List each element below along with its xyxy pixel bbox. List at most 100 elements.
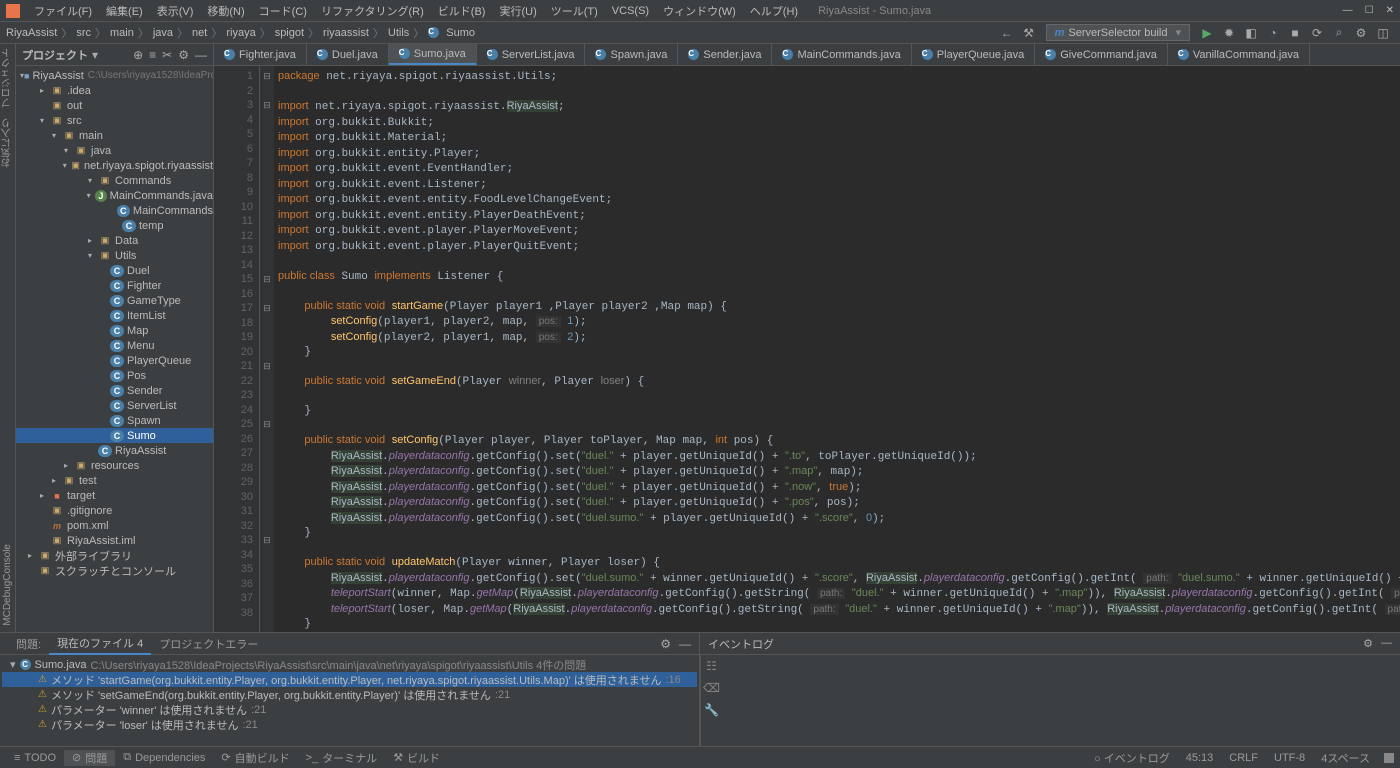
tree-外部ライブラリ[interactable]: ▸▣外部ライブラリ xyxy=(16,548,213,563)
tree-GameType[interactable]: CGameType xyxy=(16,293,213,308)
tree-RiyaAssist[interactable]: CRiyaAssist xyxy=(16,443,213,458)
tree-main[interactable]: ▾▣main xyxy=(16,128,213,143)
tab-GiveCommand.java[interactable]: CGiveCommand.java xyxy=(1035,44,1168,65)
sync-icon[interactable]: ⟳ xyxy=(1308,24,1326,42)
current-file-tab[interactable]: 現在のファイル 4 xyxy=(49,633,151,655)
sb-right-item[interactable]: UTF-8 xyxy=(1266,752,1313,764)
tree-net.riyaya.spigot.riyaassist[interactable]: ▾▣net.riyaya.spigot.riyaassist xyxy=(16,158,213,173)
fold-gutter[interactable]: ⊟⊟⊟⊟⊟⊟⊟ xyxy=(260,66,274,632)
sb-TODO[interactable]: ≡TODO xyxy=(6,750,64,766)
tab-Duel.java[interactable]: CDuel.java xyxy=(307,44,389,65)
close-button[interactable]: ✕ xyxy=(1386,5,1394,16)
menu-ウィンドウ(W)[interactable]: ウィンドウ(W) xyxy=(657,1,742,21)
menu-VCS(S)[interactable]: VCS(S) xyxy=(606,3,655,19)
menu-ツール(T)[interactable]: ツール(T) xyxy=(545,1,604,21)
debug-icon[interactable]: ✹ xyxy=(1220,24,1238,42)
line-gutter[interactable]: 1234567891011121314151617181920212223242… xyxy=(214,66,260,632)
tree-Pos[interactable]: CPos xyxy=(16,368,213,383)
tab-PlayerQueue.java[interactable]: CPlayerQueue.java xyxy=(912,44,1035,65)
problem-item[interactable]: ⚠ パラメーター 'loser' は使用されません :21 xyxy=(2,717,697,732)
tree-.gitignore[interactable]: ▣.gitignore xyxy=(16,503,213,518)
run-config-selector[interactable]: mServerSelector build▾ xyxy=(1046,24,1190,41)
structure-icon[interactable]: ◫ xyxy=(1374,24,1392,42)
settings-icon[interactable]: ⚙ xyxy=(1352,24,1370,42)
tree-Commands[interactable]: ▾▣Commands xyxy=(16,173,213,188)
structure-tool-button[interactable]: MCDebugConsole xyxy=(2,544,13,626)
sb-right-item[interactable]: ○ イベントログ xyxy=(1086,750,1178,766)
tree-Utils[interactable]: ▾▣Utils xyxy=(16,248,213,263)
filter-icon[interactable]: ☷ xyxy=(706,659,717,673)
wrench-icon[interactable]: 🔧 xyxy=(704,703,719,717)
hide-icon[interactable]: — xyxy=(195,48,207,62)
menu-表示(V)[interactable]: 表示(V) xyxy=(151,1,200,21)
menu-移動(N)[interactable]: 移動(N) xyxy=(201,1,250,21)
tree-RiyaAssist[interactable]: ▾■RiyaAssistC:\Users\riyaya1528\IdeaProj… xyxy=(16,68,213,83)
menu-ファイル(F)[interactable]: ファイル(F) xyxy=(28,1,98,21)
editor-tabs[interactable]: CFighter.javaCDuel.javaCSumo.javaCServer… xyxy=(214,44,1400,66)
expand-icon[interactable]: ≡ xyxy=(149,48,156,62)
clear-icon[interactable]: ⌫ xyxy=(703,681,720,695)
tree-Fighter[interactable]: CFighter xyxy=(16,278,213,293)
tab-VanillaCommand.java[interactable]: CVanillaCommand.java xyxy=(1168,44,1310,65)
sb-right-item[interactable]: CRLF xyxy=(1221,752,1266,764)
project-tool-button[interactable]: プロジェクト xyxy=(0,48,15,108)
hammer-icon[interactable]: ⚒ xyxy=(1020,24,1038,42)
maximize-button[interactable]: ☐ xyxy=(1365,5,1374,16)
back-icon[interactable]: ← xyxy=(998,24,1016,42)
tree-MainCommands[interactable]: CMainCommands xyxy=(16,203,213,218)
tree-pom.xml[interactable]: mpom.xml xyxy=(16,518,213,533)
sb-right-item[interactable]: 4スペース xyxy=(1313,750,1378,766)
tree-PlayerQueue[interactable]: CPlayerQueue xyxy=(16,353,213,368)
menu-ビルド(B)[interactable]: ビルド(B) xyxy=(432,1,492,21)
tree-RiyaAssist.iml[interactable]: ▣RiyaAssist.iml xyxy=(16,533,213,548)
run-icon[interactable]: ▶ xyxy=(1198,24,1216,42)
tree-ItemList[interactable]: CItemList xyxy=(16,308,213,323)
code-editor[interactable]: package net.riyaya.spigot.riyaassist.Uti… xyxy=(274,66,1400,632)
sb-問題[interactable]: ⊘問題 xyxy=(64,750,115,766)
stop-icon[interactable]: ■ xyxy=(1286,24,1304,42)
coverage-icon[interactable]: ◧ xyxy=(1242,24,1260,42)
breadcrumb[interactable]: RiyaAssist〉src〉main〉java〉net〉riyaya〉spig… xyxy=(6,25,475,41)
collapse-icon[interactable]: ✂ xyxy=(162,48,172,62)
menu-編集(E)[interactable]: 編集(E) xyxy=(100,1,149,21)
gear-icon[interactable]: ⚙ xyxy=(660,637,671,651)
tree-out[interactable]: ▣out xyxy=(16,98,213,113)
minimize-button[interactable]: — xyxy=(1343,5,1353,16)
project-tree[interactable]: ▾■RiyaAssistC:\Users\riyaya1528\IdeaProj… xyxy=(16,66,213,632)
tree-Duel[interactable]: CDuel xyxy=(16,263,213,278)
tree-ServerList[interactable]: CServerList xyxy=(16,398,213,413)
search-icon[interactable]: ⌕ xyxy=(1330,24,1348,42)
select-opened-icon[interactable]: ⊕ xyxy=(133,48,143,62)
gear-icon[interactable]: ⚙ xyxy=(1363,637,1373,650)
sb-ビルド[interactable]: ⚒ビルド xyxy=(385,750,448,766)
hide-icon[interactable]: — xyxy=(679,637,691,651)
hide-icon[interactable]: — xyxy=(1381,637,1392,650)
tree-.idea[interactable]: ▸▣.idea xyxy=(16,83,213,98)
tab-Fighter.java[interactable]: CFighter.java xyxy=(214,44,307,65)
sb-自動ビルド[interactable]: ⟳自動ビルド xyxy=(213,750,297,766)
tab-Spawn.java[interactable]: CSpawn.java xyxy=(585,44,678,65)
tree-Menu[interactable]: CMenu xyxy=(16,338,213,353)
sb-right-item[interactable]: 45:13 xyxy=(1178,752,1222,764)
menu-コード(C)[interactable]: コード(C) xyxy=(253,1,313,21)
tree-Spawn[interactable]: CSpawn xyxy=(16,413,213,428)
favorites-tool-button[interactable]: お気に入り xyxy=(0,118,15,168)
tab-Sender.java[interactable]: CSender.java xyxy=(678,44,772,65)
notification-badge[interactable] xyxy=(1384,753,1394,763)
tree-Data[interactable]: ▸▣Data xyxy=(16,233,213,248)
project-errors-tab[interactable]: プロジェクトエラー xyxy=(151,634,266,654)
problems-list[interactable]: ▾ C Sumo.java C:\Users\riyaya1528\IdeaPr… xyxy=(0,655,699,746)
tree-src[interactable]: ▾▣src xyxy=(16,113,213,128)
tree-target[interactable]: ▸■target xyxy=(16,488,213,503)
tab-Sumo.java[interactable]: CSumo.java xyxy=(389,44,477,65)
tree-Sender[interactable]: CSender xyxy=(16,383,213,398)
tree-MainCommands.java[interactable]: ▾JMainCommands.java xyxy=(16,188,213,203)
gear-icon[interactable]: ⚙ xyxy=(178,48,189,62)
tree-temp[interactable]: Ctemp xyxy=(16,218,213,233)
profile-icon[interactable]: ◔ xyxy=(1264,24,1282,42)
problem-item[interactable]: ⚠ メソッド 'startGame(org.bukkit.entity.Play… xyxy=(2,672,697,687)
sb-ターミナル[interactable]: >_ターミナル xyxy=(298,750,386,766)
tab-MainCommands.java[interactable]: CMainCommands.java xyxy=(772,44,911,65)
menu-ヘルプ(H)[interactable]: ヘルプ(H) xyxy=(744,1,804,21)
menu-リファクタリング(R)[interactable]: リファクタリング(R) xyxy=(315,1,430,21)
